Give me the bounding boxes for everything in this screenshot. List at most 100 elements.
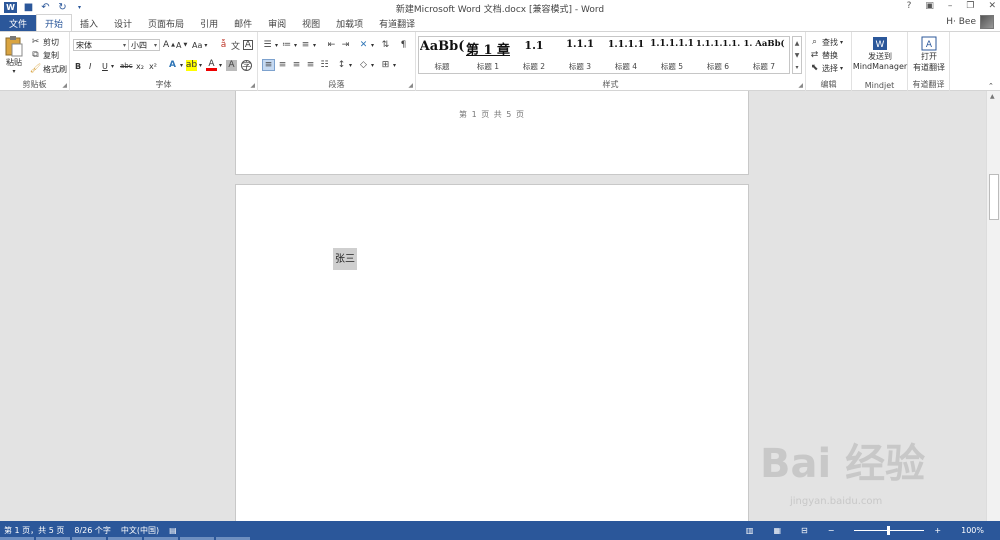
tab-insert[interactable]: 插入 (72, 15, 106, 31)
change-case-button[interactable]: Aa ▾ (192, 39, 207, 51)
bullets-icon[interactable]: ☰ ▾ (262, 39, 278, 51)
replace-button[interactable]: ⇄ 替换 (809, 49, 838, 61)
page-count[interactable]: 第 1 页，共 5 页 (4, 525, 64, 536)
tab-home[interactable]: 开始 (36, 14, 73, 31)
chinese-layout-icon[interactable]: ✕ ▾ (358, 39, 374, 51)
page-2[interactable]: 张三 (235, 184, 749, 521)
font-name-select[interactable]: 宋体 ▾ (73, 39, 129, 51)
highlight-icon[interactable]: ab ▾ (186, 59, 202, 71)
bold-button[interactable]: B (75, 60, 81, 72)
multilevel-list-icon[interactable]: ≡ ▾ (300, 39, 316, 51)
zoom-level[interactable]: 100% (961, 526, 984, 535)
justify-icon[interactable]: ≡ (305, 59, 316, 71)
style-heading-7[interactable]: 1. AaBb( 标题 7 (741, 37, 787, 73)
increase-indent-icon[interactable]: ⇥ (340, 39, 351, 51)
decrease-indent-icon[interactable]: ⇤ (326, 39, 337, 51)
cut-button[interactable]: ✂ 剪切 (30, 36, 59, 48)
distributed-icon[interactable]: ☷ (319, 59, 330, 71)
scroll-up-icon[interactable]: ▲ (795, 40, 800, 47)
align-left-icon[interactable]: ≡ (262, 59, 275, 71)
numbering-icon[interactable]: ≔ ▾ (281, 39, 297, 51)
document-text[interactable]: 张三 (333, 248, 357, 270)
italic-button[interactable]: I (89, 60, 91, 72)
user-account[interactable]: H· Bee (946, 15, 994, 29)
text-effects-icon[interactable]: A ▾ (167, 59, 183, 71)
style-heading-6[interactable]: 1.1.1.1.1. 标题 6 (695, 37, 741, 73)
paste-dropdown-icon[interactable]: ▾ (12, 68, 15, 75)
shrink-font-button[interactable]: A ▼ (176, 39, 187, 51)
superscript-button[interactable]: x² (149, 60, 157, 72)
avatar[interactable] (980, 15, 994, 29)
customize-qat-icon[interactable]: ▾ (74, 2, 85, 13)
font-size-select[interactable]: 小四 ▾ (128, 39, 160, 51)
scrollbar-thumb[interactable] (989, 174, 999, 220)
more-styles-icon[interactable]: ▾ (795, 64, 798, 71)
strikethrough-button[interactable]: abc (120, 60, 133, 72)
phonetic-guide-icon[interactable]: 文 (230, 39, 241, 52)
styles-launcher-icon[interactable]: ◢ (798, 82, 803, 89)
font-color-icon[interactable]: A ▾ (206, 59, 222, 71)
scroll-up-icon[interactable]: ▲ (990, 93, 995, 100)
grow-font-button[interactable]: A ▲ (163, 39, 175, 51)
restore-button[interactable]: ❐ (966, 1, 974, 11)
tab-file[interactable]: 文件 (0, 15, 36, 31)
tab-view[interactable]: 视图 (294, 15, 328, 31)
shading-icon[interactable]: ◇ ▾ (358, 59, 374, 71)
style-title[interactable]: AaBb( 标题 (419, 37, 465, 73)
close-button[interactable]: ✕ (988, 1, 996, 11)
tab-layout[interactable]: 页面布局 (140, 15, 192, 31)
zoom-slider[interactable] (854, 526, 925, 535)
zoom-out-button[interactable]: − (828, 526, 835, 535)
zoom-in-button[interactable]: + (934, 526, 941, 535)
tab-addins[interactable]: 加载项 (328, 15, 371, 31)
minimize-button[interactable]: – (948, 1, 953, 11)
underline-dropdown-icon[interactable]: ▾ (111, 60, 114, 72)
clipboard-launcher-icon[interactable]: ◢ (62, 82, 67, 89)
vertical-scrollbar[interactable]: ▲ (986, 91, 1000, 521)
subscript-button[interactable]: x₂ (136, 60, 144, 72)
character-border-icon[interactable]: A (243, 39, 253, 51)
show-marks-icon[interactable]: ¶ (398, 39, 409, 51)
style-heading-4[interactable]: 1.1.1.1 标题 4 (603, 37, 649, 73)
tab-references[interactable]: 引用 (192, 15, 226, 31)
web-layout-icon[interactable]: ⊟ (801, 526, 808, 535)
language-indicator[interactable]: 中文(中国) (121, 525, 159, 536)
find-button[interactable]: ⌕ 查找 ▾ (809, 36, 843, 48)
tab-youdao[interactable]: 有道翻译 (371, 15, 423, 31)
word-count[interactable]: 8/26 个字 (74, 525, 111, 536)
open-youdao-button[interactable]: A 打开 有道翻译 (909, 36, 949, 73)
tab-mailings[interactable]: 邮件 (226, 15, 260, 31)
line-spacing-icon[interactable]: ↕ ▾ (336, 59, 352, 71)
borders-icon[interactable]: ⊞ ▾ (380, 59, 396, 71)
send-to-mindmanager-button[interactable]: W 发送到 MindManager (853, 36, 907, 71)
style-heading-1[interactable]: 第 1 章 标题 1 (465, 37, 511, 73)
font-launcher-icon[interactable]: ◢ (250, 82, 255, 89)
copy-button[interactable]: ⧉ 复制 (30, 49, 59, 61)
scroll-down-icon[interactable]: ▼ (795, 52, 800, 59)
page-1[interactable]: 第 1 页 共 5 页 (235, 91, 749, 175)
macro-record-icon[interactable]: ▤ (169, 526, 177, 535)
style-heading-3[interactable]: 1.1.1 标题 3 (557, 37, 603, 73)
paste-button[interactable]: 粘贴 ▾ (4, 35, 24, 75)
help-button[interactable]: ? (907, 1, 912, 11)
undo-icon[interactable]: ↶ (40, 2, 51, 13)
user-name[interactable]: H· Bee (946, 17, 976, 27)
format-painter-button[interactable]: 🖌 格式刷 (30, 63, 67, 75)
save-icon[interactable]: ■ (23, 2, 34, 13)
align-center-icon[interactable]: ≡ (277, 59, 288, 71)
zoom-slider-thumb[interactable] (887, 526, 891, 535)
underline-button[interactable]: U (102, 60, 108, 72)
character-shading-icon[interactable]: A (226, 59, 237, 71)
style-heading-5[interactable]: 1.1.1.1.1 标题 5 (649, 37, 695, 73)
ribbon-display-button[interactable]: ▣ (925, 1, 934, 11)
sort-icon[interactable]: ⇅ (380, 39, 391, 51)
print-layout-icon[interactable]: ▦ (773, 526, 781, 535)
paragraph-launcher-icon[interactable]: ◢ (408, 82, 413, 89)
redo-icon[interactable]: ↻ (57, 2, 68, 13)
select-button[interactable]: ⬉ 选择 ▾ (809, 62, 843, 74)
tab-design[interactable]: 设计 (106, 15, 140, 31)
align-right-icon[interactable]: ≡ (291, 59, 302, 71)
clear-formatting-icon[interactable]: ẫ (218, 39, 229, 51)
read-mode-icon[interactable]: ▥ (746, 526, 754, 535)
tab-review[interactable]: 审阅 (260, 15, 294, 31)
